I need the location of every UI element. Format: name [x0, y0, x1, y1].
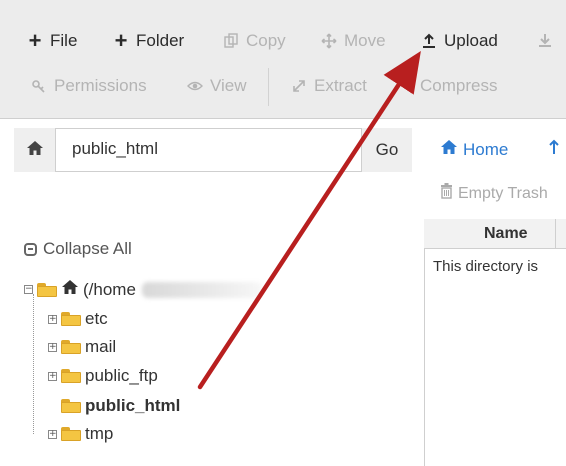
home-link[interactable]: Home — [440, 139, 508, 160]
redacted-path — [141, 281, 262, 298]
copy-label: Copy — [246, 31, 286, 50]
extract-icon — [290, 77, 308, 95]
empty-directory-message: This directory is — [433, 258, 539, 275]
up-one-level-link[interactable] — [548, 139, 560, 160]
folder-icon — [61, 340, 81, 354]
column-divider — [555, 219, 556, 249]
upload-button[interactable]: Upload — [420, 31, 498, 51]
copy-button[interactable]: Copy — [222, 31, 286, 51]
expand-icon[interactable]: + — [48, 371, 57, 381]
tree-item-tmp[interactable]: + tmp — [48, 424, 113, 444]
expand-icon[interactable]: + — [48, 429, 57, 439]
empty-trash-button[interactable]: Empty Trash — [440, 183, 548, 204]
eye-icon — [186, 77, 204, 95]
tree-item-public-ftp[interactable]: + public_ftp — [48, 366, 158, 386]
toolbar-divider — [268, 68, 269, 106]
new-file-label: File — [50, 31, 78, 50]
move-button[interactable]: Move — [320, 31, 386, 51]
tree-item-label: etc — [85, 309, 108, 328]
compress-button[interactable]: Compress — [420, 76, 497, 96]
extract-label: Extract — [314, 76, 367, 95]
new-folder-label: Folder — [136, 31, 185, 50]
path-home-button[interactable] — [14, 128, 56, 172]
tree-item-public-html[interactable]: public_html — [61, 396, 180, 416]
file-table — [424, 219, 566, 466]
path-input[interactable]: public_html — [72, 139, 158, 159]
tree-connector — [33, 294, 34, 434]
file-manager-toolbar: + File + Folder Copy Move Upload Permiss… — [0, 0, 566, 119]
tree-root-item[interactable]: − (/home — [24, 279, 262, 300]
new-folder-button[interactable]: + Folder — [112, 28, 185, 53]
tree-item-etc[interactable]: + etc — [48, 309, 108, 329]
tree-item-label: tmp — [85, 424, 114, 443]
trash-icon — [440, 183, 453, 204]
home-icon — [26, 140, 44, 161]
tree-item-mail[interactable]: + mail — [48, 337, 116, 357]
empty-trash-label: Empty Trash — [458, 184, 548, 202]
collapse-all-label: Collapse All — [43, 239, 132, 258]
key-icon — [30, 77, 48, 95]
folder-icon — [61, 427, 81, 441]
expand-icon[interactable]: + — [48, 342, 57, 352]
view-button[interactable]: View — [186, 76, 247, 96]
folder-icon — [61, 369, 81, 383]
tree-item-label: public_ftp — [85, 366, 158, 385]
go-button[interactable]: Go — [361, 128, 412, 172]
expand-icon[interactable]: + — [48, 314, 57, 324]
permissions-button[interactable]: Permissions — [30, 76, 147, 96]
plus-icon: + — [28, 28, 42, 53]
up-arrow-icon — [548, 139, 560, 159]
column-header-name[interactable]: Name — [484, 225, 528, 243]
copy-icon — [222, 32, 240, 50]
new-file-button[interactable]: + File — [26, 28, 78, 53]
home-icon — [440, 139, 458, 160]
upload-label: Upload — [444, 31, 498, 50]
collapse-all-link[interactable]: Collapse All — [24, 239, 132, 259]
tree-item-label: mail — [85, 337, 117, 356]
collapse-toggle-icon[interactable]: − — [24, 285, 33, 294]
download-icon — [536, 31, 554, 49]
tree-item-label: public_html — [85, 396, 181, 415]
plus-icon: + — [114, 28, 128, 53]
home-icon — [61, 279, 79, 300]
download-button[interactable] — [536, 31, 554, 49]
view-label: View — [210, 76, 247, 95]
collapse-icon — [24, 242, 37, 256]
move-label: Move — [344, 31, 386, 50]
folder-icon — [61, 399, 81, 413]
compress-label: Compress — [420, 76, 498, 95]
upload-icon — [420, 32, 438, 50]
permissions-label: Permissions — [54, 76, 147, 95]
home-link-label: Home — [463, 139, 509, 159]
move-icon — [320, 32, 338, 50]
tree-root-label: (/home — [83, 279, 136, 299]
folder-open-icon — [37, 282, 57, 297]
extract-button[interactable]: Extract — [290, 76, 367, 96]
folder-icon — [61, 312, 81, 326]
